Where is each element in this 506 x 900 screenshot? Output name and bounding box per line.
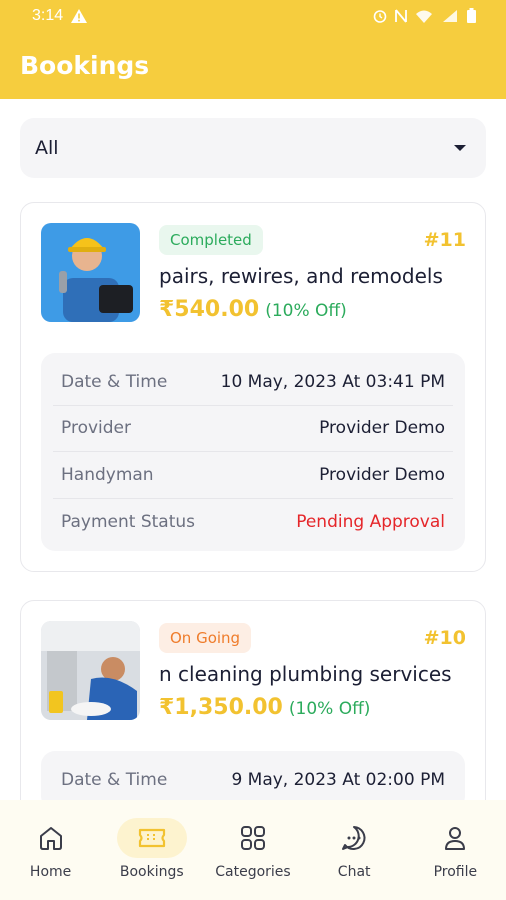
- service-price: ₹1,350.00: [159, 695, 283, 720]
- detail-value: Provider Demo: [319, 418, 445, 439]
- chat-icon: [342, 826, 366, 850]
- detail-row: Provider Provider Demo: [53, 406, 453, 452]
- detail-label: Provider: [61, 418, 131, 439]
- service-title: pairs, rewires, and remodels: [159, 264, 443, 288]
- service-image: [41, 223, 140, 322]
- status-bar: 3:14: [0, 0, 506, 31]
- status-badge: Completed: [159, 224, 263, 255]
- detail-label: Date & Time: [61, 371, 168, 392]
- dropdown-arrow-icon: [454, 145, 466, 151]
- detail-label: Handyman: [61, 464, 154, 485]
- detail-label: Date & Time: [61, 770, 168, 791]
- detail-value: 9 May, 2023 At 02:00 PM: [231, 770, 445, 791]
- nav-bookings[interactable]: Bookings: [107, 818, 197, 880]
- nav-label: Profile: [433, 864, 478, 880]
- service-image: [41, 621, 140, 720]
- payment-status-value: Pending Approval: [296, 511, 445, 532]
- booking-details: Date & Time 10 May, 2023 At 03:41 PM Pro…: [41, 353, 465, 551]
- ticket-icon: [138, 828, 165, 848]
- nav-label: Home: [29, 864, 72, 880]
- warning-icon: [71, 8, 88, 23]
- bottom-navigation: Home Bookings Categories Chat Profile: [0, 800, 506, 900]
- nav-label: Chat: [337, 864, 371, 880]
- profile-icon: [445, 827, 466, 850]
- nav-profile[interactable]: Profile: [410, 818, 500, 880]
- discount-label: (10% Off): [288, 699, 371, 719]
- status-time: 3:14: [32, 6, 64, 24]
- detail-row: Payment Status Pending Approval: [53, 499, 453, 546]
- detail-row: Handyman Provider Demo: [53, 452, 453, 499]
- nav-label: Categories: [215, 864, 291, 880]
- detail-row: Date & Time 9 May, 2023 At 02:00 PM: [53, 757, 453, 804]
- grid-icon: [240, 826, 265, 850]
- detail-value: Provider Demo: [319, 464, 445, 485]
- signal-icon: [443, 9, 457, 22]
- detail-label: Payment Status: [61, 511, 195, 532]
- status-filter-dropdown[interactable]: All: [20, 118, 486, 178]
- nfc-icon: [395, 8, 407, 23]
- status-badge: On Going: [159, 622, 252, 653]
- battery-icon: [467, 8, 476, 23]
- nav-categories[interactable]: Categories: [208, 818, 298, 880]
- home-icon: [39, 827, 62, 850]
- booking-card[interactable]: Completed #11 pairs, rewires, and remode…: [20, 202, 486, 572]
- app-bar: Bookings: [0, 31, 506, 99]
- detail-row: Date & Time 10 May, 2023 At 03:41 PM: [53, 359, 453, 406]
- nav-chat[interactable]: Chat: [309, 818, 399, 880]
- service-price: ₹540.00: [159, 297, 260, 322]
- filter-value: All: [35, 137, 59, 159]
- wifi-icon: [416, 10, 432, 23]
- booking-id: #10: [423, 626, 465, 649]
- detail-value: 10 May, 2023 At 03:41 PM: [220, 371, 445, 392]
- booking-id: #11: [423, 228, 465, 251]
- nav-label: Bookings: [119, 864, 184, 880]
- alarm-icon: [373, 9, 387, 23]
- page-title: Bookings: [20, 50, 150, 80]
- nav-home[interactable]: Home: [6, 818, 96, 880]
- service-title: n cleaning plumbing services: [159, 662, 452, 686]
- discount-label: (10% Off): [265, 301, 347, 321]
